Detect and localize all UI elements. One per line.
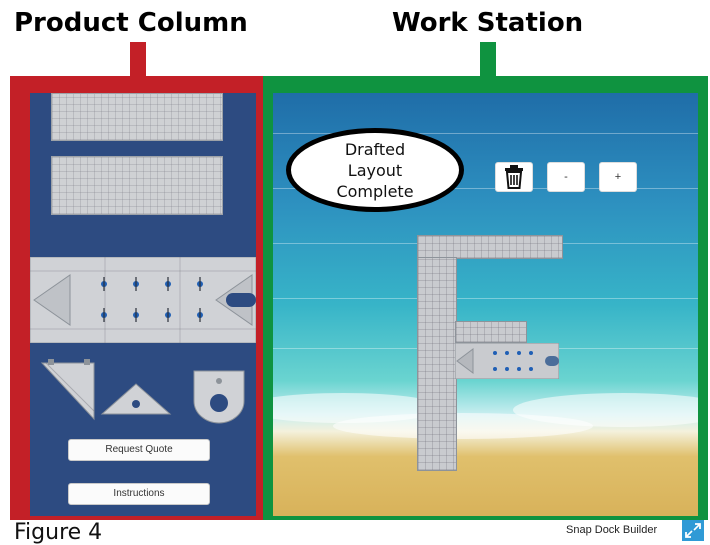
status-callout: Drafted Layout Complete [286,128,464,212]
product-gusset-plate[interactable] [100,378,172,418]
expand-button[interactable] [682,520,704,541]
product-column-frame: Request Quote Instructions [10,76,263,520]
instructions-button[interactable]: Instructions [68,483,210,505]
product-rounded-end-cap[interactable] [190,367,248,425]
wave-foam [333,413,593,439]
product-dock-large[interactable] [51,156,223,215]
callout-text: Drafted Layout Complete [336,139,414,201]
dock-main-walkway[interactable] [417,257,457,471]
water-line [273,298,698,299]
work-station-connector [480,42,496,76]
request-quote-button[interactable]: Request Quote [68,439,210,461]
product-dock-with-cleats[interactable] [30,256,256,344]
figure-caption: Figure 4 [14,520,103,545]
delete-button[interactable] [495,162,533,192]
product-column-panel: Request Quote Instructions [30,93,256,516]
rounded-end-cap-icon [193,370,245,424]
gusset-plate-icon [100,383,172,415]
dock-with-cleats-icon [30,256,256,344]
work-station-canvas[interactable]: Drafted Layout Complete - + [273,93,698,516]
dock-mid-span[interactable] [455,321,527,343]
product-column-connector [130,42,146,76]
cleat-section-icon [454,342,560,380]
corner-triangle-icon [40,359,95,421]
dock-cleat-section[interactable] [454,342,560,380]
zoom-out-button[interactable]: - [547,162,585,192]
dock-top-span[interactable] [417,235,563,259]
brand-label: Snap Dock Builder [566,524,658,536]
product-dock-small[interactable] [51,93,223,141]
trash-icon [505,165,523,189]
work-station-frame: Drafted Layout Complete - + [263,76,708,520]
work-station-heading: Work Station [392,8,584,38]
zoom-in-button[interactable]: + [599,162,637,192]
product-column-heading: Product Column [14,8,248,38]
product-corner-triangle[interactable] [40,359,96,421]
expand-icon [685,523,701,538]
